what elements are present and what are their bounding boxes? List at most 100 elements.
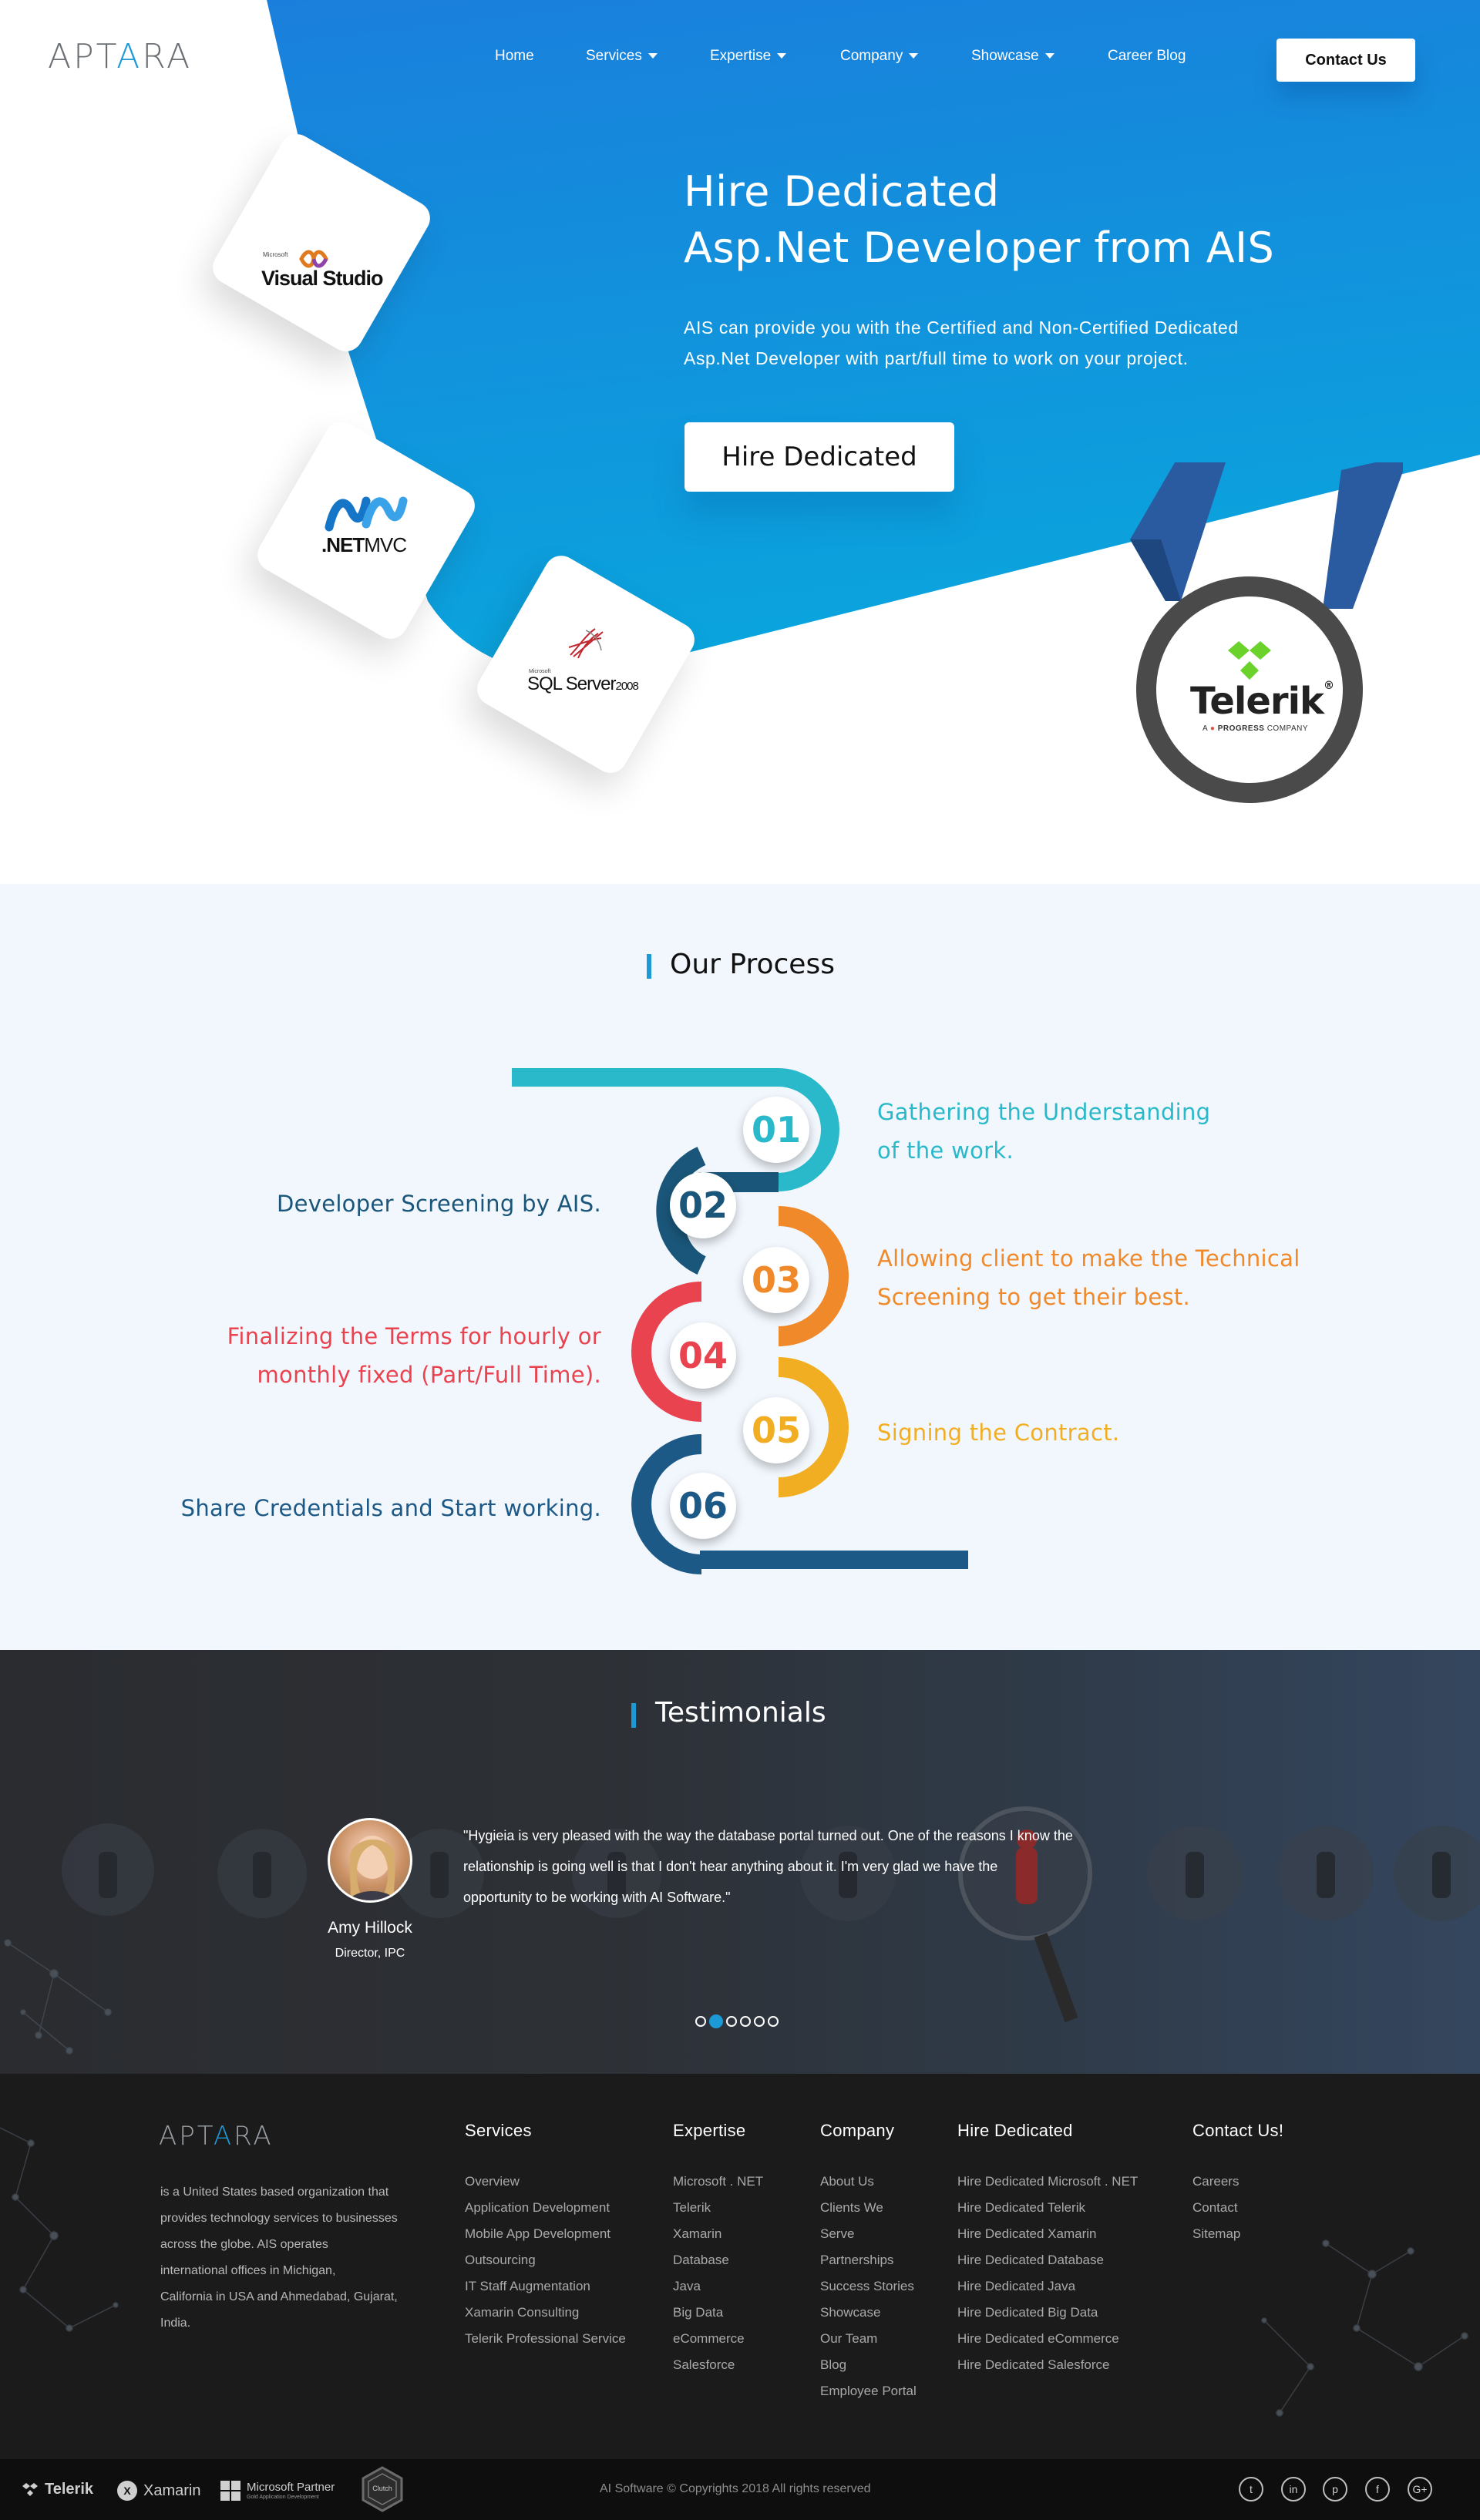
chevron-down-icon	[1044, 53, 1054, 59]
partner-xamarin[interactable]: X Xamarin	[117, 2481, 200, 2501]
footer-link[interactable]: Hire Dedicated Salesforce	[957, 2352, 1138, 2378]
dotnet-mvc-logo: .NETMVC	[312, 493, 428, 556]
footer-link[interactable]: Contact	[1192, 2195, 1283, 2221]
partner-label: Telerik	[45, 2481, 93, 2498]
step-02-badge: 02	[670, 1172, 736, 1238]
footer-link[interactable]: Microsoft . NET	[673, 2169, 763, 2195]
footer-link[interactable]: Sitemap	[1192, 2221, 1283, 2247]
footer-link[interactable]: Outsourcing	[465, 2247, 626, 2273]
footer-link[interactable]: Salesforce	[673, 2352, 763, 2378]
step-03-badge: 03	[743, 1247, 809, 1313]
footer-link[interactable]: Hire Dedicated eCommerce	[957, 2326, 1138, 2352]
footer-link[interactable]: Showcase	[820, 2300, 917, 2326]
footer-link[interactable]: Blog	[820, 2352, 917, 2378]
step-01-badge: 01	[743, 1097, 809, 1163]
footer-link[interactable]: Xamarin	[673, 2221, 763, 2247]
partner-clutch[interactable]: Clutch	[359, 2466, 405, 2512]
hero-title-line1: Hire Dedicated	[684, 167, 1000, 216]
footer-link[interactable]: Clients We	[820, 2195, 917, 2221]
pinterest-icon[interactable]: p	[1323, 2477, 1347, 2502]
chevron-down-icon	[909, 53, 919, 59]
footer-link[interactable]: Hire Dedicated Xamarin	[957, 2221, 1138, 2247]
nav-showcase[interactable]: Showcase	[971, 48, 1054, 65]
partner-label: Clutch	[372, 2485, 392, 2492]
nav-expertise[interactable]: Expertise	[710, 48, 787, 65]
nav-company[interactable]: Company	[840, 48, 919, 65]
carousel-dot-active[interactable]	[709, 2014, 723, 2028]
microsoft-icon	[220, 2481, 240, 2501]
step-01-text: Gathering the Understanding of the work.	[877, 1099, 1211, 1164]
hero-section: APTARA Home Services Expertise Company S…	[0, 0, 1480, 884]
sql-server-version: 2008	[615, 680, 639, 693]
footer-link[interactable]: Success Stories	[820, 2273, 917, 2300]
hero-title: Hire Dedicated Asp.Net Developer from AI…	[684, 163, 1377, 276]
step-06-text: Share Credentials and Start working.	[180, 1495, 601, 1521]
testimonial-role: Director, IPC	[335, 1947, 405, 1960]
footer-link[interactable]: Partnerships	[820, 2247, 917, 2273]
section-title-accent	[631, 1703, 636, 1728]
carousel-dot[interactable]	[754, 2016, 765, 2027]
copyright-text: AI Software © Copyrights 2018 All rights…	[600, 2482, 871, 2495]
carousel-dot[interactable]	[768, 2016, 779, 2027]
footer-col-services: Services Overview Application Developmen…	[465, 2121, 626, 2352]
footer-link[interactable]: Hire Dedicated Java	[957, 2273, 1138, 2300]
footer-link[interactable]: Employee Portal	[820, 2378, 917, 2404]
footer-link[interactable]: Mobile App Development	[465, 2221, 626, 2247]
footer-link[interactable]: Hire Dedicated Microsoft . NET	[957, 2169, 1138, 2195]
facebook-icon[interactable]: f	[1365, 2477, 1390, 2502]
footer-link[interactable]: eCommerce	[673, 2326, 763, 2352]
contact-us-button[interactable]: Contact Us	[1276, 39, 1415, 82]
footer-link[interactable]: Database	[673, 2247, 763, 2273]
footer-link[interactable]: Overview	[465, 2169, 626, 2195]
footer-link[interactable]: Application Development	[465, 2195, 626, 2221]
footer-link[interactable]: Xamarin Consulting	[465, 2300, 626, 2326]
footer-heading: Hire Dedicated	[957, 2121, 1073, 2140]
section-title-accent	[647, 954, 651, 979]
linkedin-icon[interactable]: in	[1281, 2477, 1306, 2502]
google-plus-icon[interactable]: G+	[1408, 2477, 1432, 2502]
footer-about: is a United States based organization th…	[160, 2186, 398, 2330]
footer-link[interactable]: Big Data	[673, 2300, 763, 2326]
visual-studio-name: Visual Studio	[261, 267, 384, 290]
footer-logo[interactable]: APTARA	[159, 2121, 274, 2152]
footer-link[interactable]: Hire Dedicated Telerik	[957, 2195, 1138, 2221]
nav-career-blog[interactable]: Career Blog	[1108, 48, 1186, 65]
footer-link[interactable]: Careers	[1192, 2169, 1283, 2195]
chevron-down-icon	[648, 53, 658, 59]
dotnet-icon	[325, 496, 408, 532]
partner-microsoft[interactable]: Microsoft Partner Gold Application Devel…	[220, 2481, 335, 2501]
sql-server-name: SQL Server	[527, 674, 616, 694]
chevron-down-icon	[777, 53, 787, 59]
footer-link[interactable]: Hire Dedicated Big Data	[957, 2300, 1138, 2326]
nav-home[interactable]: Home	[495, 48, 534, 65]
footer-link[interactable]: Our Team	[820, 2326, 917, 2352]
progress-company-label: A ● PROGRESS COMPANY	[1202, 724, 1309, 733]
main-nav: Home Services Expertise Company Showcase…	[0, 48, 1480, 71]
visual-studio-maker: Microsoft	[263, 251, 288, 258]
carousel-dot[interactable]	[726, 2016, 737, 2027]
testimonial-name: Amy Hillock	[328, 1919, 412, 1937]
footer-link[interactable]: About Us	[820, 2169, 917, 2195]
step-03-text: Allowing client to make the Technical Scr…	[877, 1245, 1300, 1310]
footer-heading: Company	[820, 2121, 895, 2140]
footer-col-company: Company About Us Clients We Serve Partne…	[820, 2121, 917, 2404]
footer-link[interactable]: Hire Dedicated Database	[957, 2247, 1138, 2273]
footer-link[interactable]: Telerik	[673, 2195, 763, 2221]
step-04-badge: 04	[670, 1322, 736, 1389]
hero-description-line1: AIS can provide you with the Certified a…	[684, 318, 1239, 338]
carousel-dot[interactable]	[695, 2016, 706, 2027]
footer-link[interactable]: Java	[673, 2273, 763, 2300]
footer-link[interactable]: Telerik Professional Service	[465, 2326, 626, 2352]
footer-col-contact: Contact Us! Careers Contact Sitemap	[1192, 2121, 1283, 2247]
hire-dedicated-button[interactable]: Hire Dedicated	[684, 422, 954, 492]
partner-label: Xamarin	[143, 2481, 201, 2499]
footer-link[interactable]: Serve	[820, 2221, 917, 2247]
carousel-dot[interactable]	[740, 2016, 751, 2027]
twitter-icon[interactable]: t	[1239, 2477, 1263, 2502]
xamarin-icon: X	[117, 2481, 137, 2501]
partner-telerik[interactable]: Telerik	[22, 2481, 93, 2498]
step-04-text: Finalizing the Terms for hourly or monthl…	[227, 1323, 601, 1388]
footer-link[interactable]: IT Staff Augmentation	[465, 2273, 626, 2300]
nav-services[interactable]: Services	[586, 48, 658, 65]
mvc-label: MVC	[364, 533, 407, 556]
